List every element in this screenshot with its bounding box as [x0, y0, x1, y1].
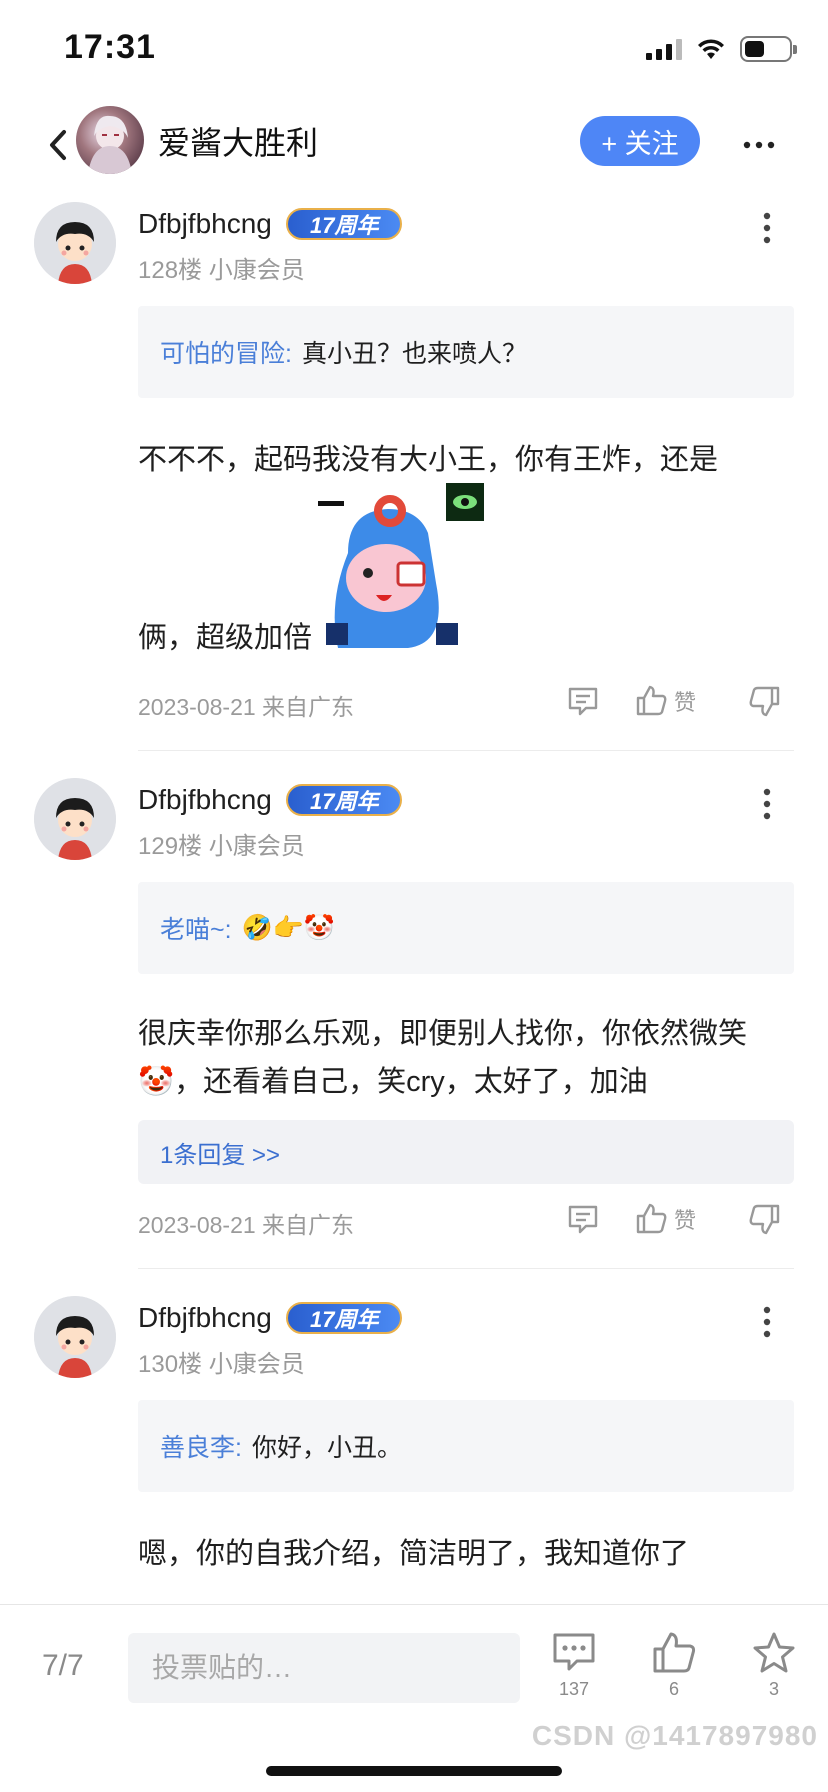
quote-username[interactable]: 老喵~: [160, 910, 232, 946]
avatar[interactable] [34, 1296, 116, 1378]
view-replies-button[interactable]: 1条回复 >> [138, 1120, 794, 1184]
thumbs-up-icon [653, 1632, 696, 1673]
post-date-location: 2023-08-21 来自广东 [138, 694, 355, 720]
quoted-reply[interactable]: 老喵~: 🤣👉🤡 [138, 882, 794, 974]
forum-avatar[interactable] [76, 106, 144, 174]
post-date-location: 2023-08-21 来自广东 [138, 1212, 355, 1238]
home-indicator[interactable] [266, 1766, 562, 1776]
star-count: 3 [768, 1679, 779, 1699]
status-icons [646, 36, 797, 62]
username[interactable]: Dfbjfbhcng [138, 784, 272, 816]
battery-icon [740, 36, 797, 62]
anime-portrait-icon [88, 115, 132, 174]
page-indicator[interactable]: 7/7 [42, 1649, 84, 1683]
post-body-line: 俩，超级加倍 [138, 622, 313, 654]
quoted-reply[interactable]: 可怕的冒险: 真小丑？也来喷人？ [138, 306, 794, 398]
more-horizontal-icon [743, 141, 775, 149]
wifi-icon [698, 39, 724, 59]
cartoon-avatar-icon [34, 202, 116, 284]
bottom-bar: 7/7 137 6 3 CSDN @1417897980 [0, 1604, 828, 1792]
floor-label: 130楼 小康会员 [138, 1351, 305, 1378]
chevron-left-icon [50, 130, 66, 160]
meme-sticker-icon [318, 483, 484, 648]
like-button[interactable]: 赞 [634, 1202, 696, 1236]
forum-title: 爱酱大胜利 [158, 125, 319, 161]
quote-text: 真小丑？也来喷人？ [301, 340, 527, 368]
cartoon-avatar-icon [34, 778, 116, 860]
cartoon-avatar-icon [34, 1296, 116, 1378]
more-vertical-icon [763, 788, 771, 820]
quote-text: 🤣👉🤡 [241, 913, 335, 942]
star-icon [753, 1632, 795, 1673]
dislike-button[interactable] [748, 684, 782, 718]
quoted-reply[interactable]: 善良李: 你好，小丑。 [138, 1400, 794, 1492]
thumbs-up-icon [636, 685, 667, 716]
battery-level [745, 41, 764, 57]
anniversary-badge: 17周年 [286, 208, 403, 240]
thumbs-down-icon [749, 686, 780, 717]
comment-input[interactable] [128, 1633, 520, 1703]
status-time: 17:31 [64, 28, 156, 66]
quote-username[interactable]: 可怕的冒险: [160, 334, 292, 370]
post-options-button[interactable] [750, 782, 784, 826]
follow-button[interactable]: + 关注 [580, 116, 700, 166]
avatar[interactable] [34, 778, 116, 860]
floor-label: 129楼 小康会员 [138, 833, 305, 860]
like-button[interactable]: 赞 [634, 684, 696, 718]
more-vertical-icon [763, 1306, 771, 1338]
back-button[interactable] [38, 120, 78, 170]
avatar[interactable] [34, 202, 116, 284]
like-button[interactable]: 6 [644, 1631, 704, 1700]
thumbs-up-icon [636, 1203, 667, 1234]
post-divider [138, 750, 794, 751]
more-options-button[interactable] [738, 124, 780, 166]
reply-button[interactable] [566, 684, 600, 718]
status-bar: 17:31 [0, 0, 828, 100]
post-body-line: 🤡，还看着自己，笑cry，太好了，加油 [138, 1066, 648, 1098]
post-options-button[interactable] [750, 1300, 784, 1344]
comment-count: 137 [558, 1679, 590, 1699]
post-divider [138, 1268, 794, 1269]
like-label: 赞 [674, 1208, 697, 1233]
favorite-button[interactable]: 3 [744, 1631, 804, 1700]
post-body-line: 很庆幸你那么乐观，即便别人找你，你依然微笑 [138, 1018, 748, 1050]
comment-icon [568, 687, 598, 716]
username[interactable]: Dfbjfbhcng [138, 1302, 272, 1334]
quote-username[interactable]: 善良李: [160, 1428, 242, 1464]
cellular-signal-icon [646, 38, 682, 60]
quote-text: 你好，小丑。 [251, 1434, 402, 1462]
watermark: CSDN @1417897980 [531, 1720, 818, 1751]
header: 爱酱大胜利 + 关注 [0, 100, 828, 190]
anniversary-badge: 17周年 [286, 784, 403, 816]
floor-label: 128楼 小康会员 [138, 257, 305, 284]
more-vertical-icon [763, 212, 771, 244]
comment-icon [568, 1205, 598, 1234]
dislike-button[interactable] [748, 1202, 782, 1236]
like-count: 6 [668, 1679, 679, 1699]
post-body-line: 不不不，起码我没有大小王，你有王炸，还是 [138, 444, 719, 476]
anniversary-badge: 17周年 [286, 1302, 403, 1334]
thumbs-down-icon [749, 1204, 780, 1235]
comments-button[interactable]: 137 [544, 1631, 604, 1700]
post-body-line: 嗯，你的自我介绍，简洁明了，我知道你了 [138, 1538, 690, 1570]
post-options-button[interactable] [750, 206, 784, 250]
like-label: 赞 [674, 690, 697, 715]
comment-icon [553, 1633, 595, 1671]
reply-button[interactable] [566, 1202, 600, 1236]
username[interactable]: Dfbjfbhcng [138, 208, 272, 240]
